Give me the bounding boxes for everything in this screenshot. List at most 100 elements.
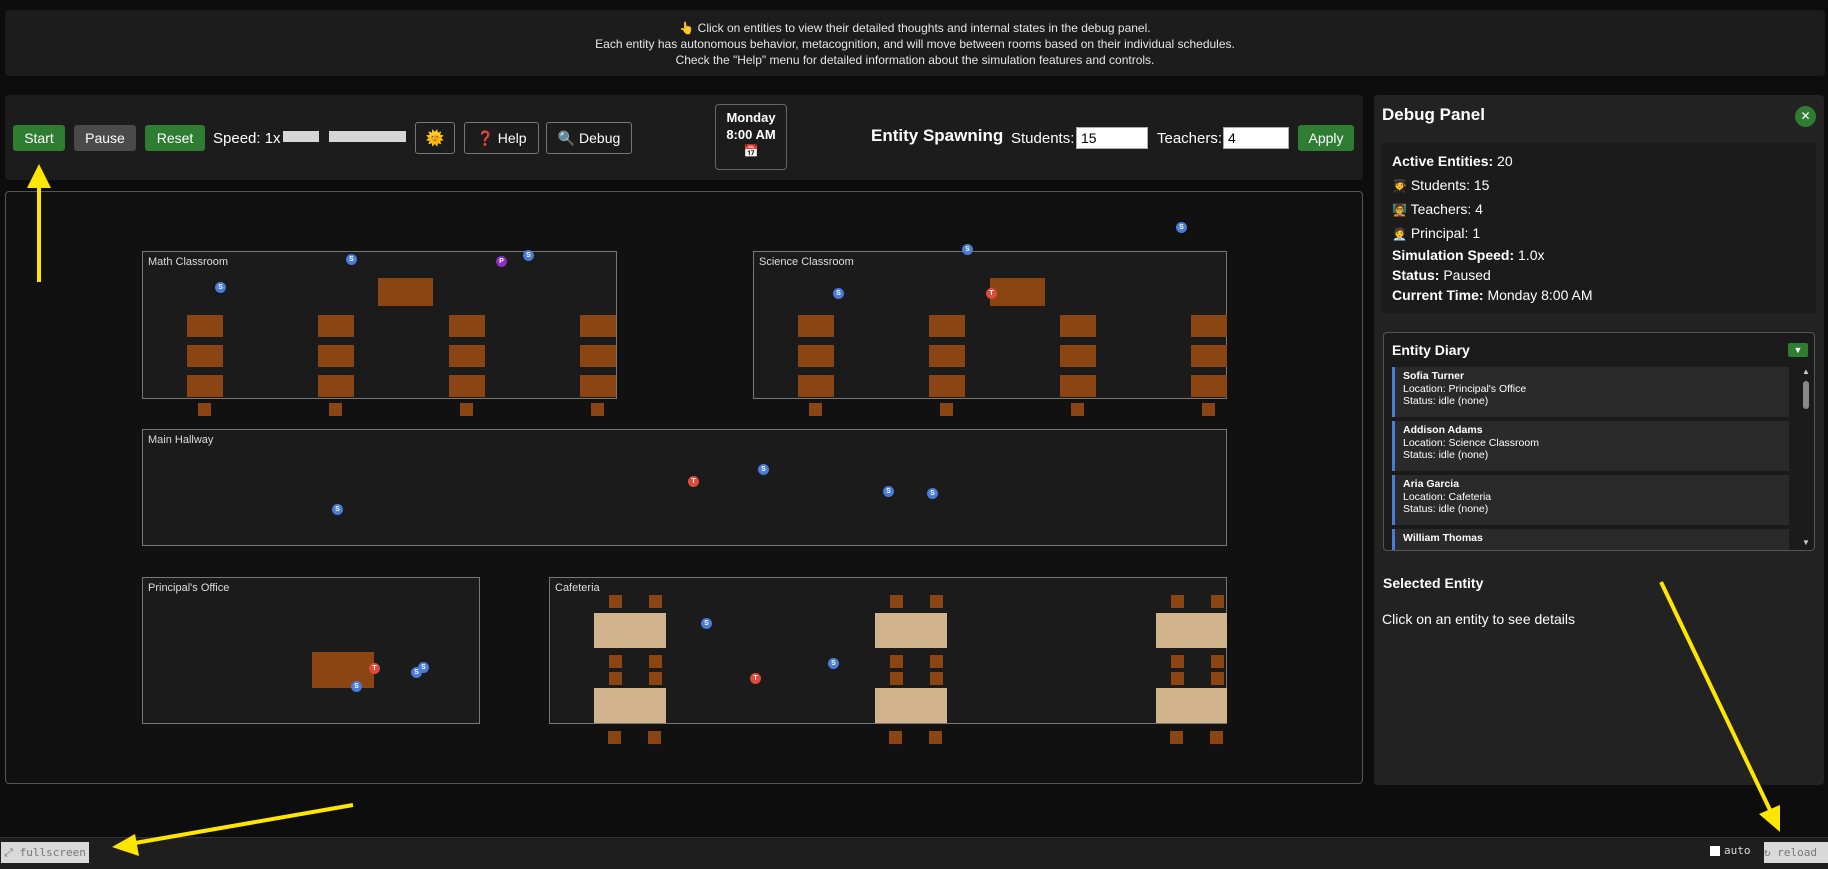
chair: [649, 655, 662, 668]
scroll-up-icon[interactable]: ▲: [1801, 367, 1811, 376]
diary-entry[interactable]: Sofia Turner Location: Principal's Offic…: [1392, 367, 1789, 417]
teacher-entity[interactable]: T: [688, 476, 699, 487]
help-button[interactable]: ❓ Help: [464, 122, 539, 154]
teachers-input[interactable]: [1223, 127, 1289, 149]
active-entities-value: 20: [1497, 153, 1513, 169]
diary-entry-status: Status: idle (none): [1403, 395, 1489, 407]
teacher-icon: 🧑‍🏫: [1392, 203, 1407, 217]
chair: [889, 731, 902, 744]
chair: [1210, 731, 1223, 744]
principal-desk: [312, 652, 374, 688]
desk: [318, 375, 354, 397]
apply-button[interactable]: Apply: [1298, 125, 1354, 151]
chair: [1171, 655, 1184, 668]
teacher-entity[interactable]: T: [750, 673, 761, 684]
diary-entry[interactable]: Aria Garcia Location: Cafeteria Status: …: [1392, 475, 1789, 525]
desk: [449, 375, 485, 397]
chevron-down-icon[interactable]: ▼: [1788, 343, 1808, 357]
student-entity[interactable]: S: [828, 658, 839, 669]
diary-scrollbar[interactable]: ▲ ▼: [1801, 367, 1811, 547]
student-entity[interactable]: S: [883, 486, 894, 497]
student-entity[interactable]: S: [833, 288, 844, 299]
current-time-label: Current Time:: [1392, 287, 1484, 303]
chair: [1211, 655, 1224, 668]
chair: [1211, 672, 1224, 685]
room-name: Math Classroom: [148, 256, 229, 268]
reset-button[interactable]: Reset: [145, 125, 205, 151]
debug-button-label: Debug: [579, 129, 621, 146]
control-toolbar: Start Pause Reset Speed: 1x 🌞 ❓ Help 🔍 D…: [5, 95, 1363, 180]
desk: [798, 315, 834, 337]
students-input[interactable]: [1076, 127, 1148, 149]
chair: [1171, 672, 1184, 685]
diary-entry-name: William Thomas: [1403, 532, 1483, 544]
speed-slider[interactable]: [283, 131, 319, 142]
student-entity[interactable]: S: [332, 504, 343, 515]
student-entity[interactable]: S: [927, 488, 938, 499]
active-entities-row: Active Entities: 20: [1392, 153, 1513, 169]
status-label: Status:: [1392, 267, 1440, 283]
teacher-entity[interactable]: T: [986, 288, 997, 299]
student-entity[interactable]: S: [523, 250, 534, 261]
theme-toggle-button[interactable]: 🌞: [415, 122, 455, 154]
chair: [609, 595, 622, 608]
student-entity[interactable]: S: [346, 254, 357, 265]
teacher-entity[interactable]: T: [369, 663, 380, 674]
date-day: Monday: [726, 110, 776, 125]
room-name: Main Hallway: [148, 434, 214, 446]
simulation-canvas[interactable]: Math Classroom Science Classroom Main Ha…: [5, 191, 1363, 784]
student-entity[interactable]: S: [418, 662, 429, 673]
auto-checkbox[interactable]: [1710, 846, 1720, 856]
status-row: Status: Paused: [1392, 267, 1491, 283]
cafeteria-table: [1156, 688, 1227, 723]
cafeteria-table: [875, 613, 947, 648]
debug-button[interactable]: 🔍 Debug: [546, 122, 632, 154]
student-entity[interactable]: S: [701, 618, 712, 629]
current-time-value: Monday 8:00 AM: [1487, 287, 1593, 303]
desk: [929, 315, 965, 337]
desk: [1191, 375, 1227, 397]
help-icon: ❓: [476, 129, 494, 146]
scroll-down-icon[interactable]: ▼: [1801, 538, 1811, 547]
student-entity[interactable]: S: [1176, 222, 1187, 233]
speed-slider-track[interactable]: [329, 131, 406, 142]
chair: [929, 731, 942, 744]
diary-entry[interactable]: Addison Adams Location: Science Classroo…: [1392, 421, 1789, 471]
diary-entry[interactable]: William Thomas: [1392, 529, 1789, 550]
desk: [580, 315, 616, 337]
chair: [609, 672, 622, 685]
room-name: Cafeteria: [555, 582, 600, 594]
desk: [318, 345, 354, 367]
teachers-stat: Teachers: 4: [1410, 201, 1483, 217]
fullscreen-button[interactable]: ⤢ fullscreen: [1, 842, 89, 863]
sun-icon: 🌞: [425, 130, 445, 147]
scrollbar-thumb[interactable]: [1803, 381, 1809, 409]
close-icon[interactable]: ✕: [1795, 106, 1816, 127]
diary-entry-name: Sofia Turner: [1403, 370, 1465, 382]
chair: [1170, 731, 1183, 744]
start-button[interactable]: Start: [13, 125, 65, 151]
student-entity[interactable]: S: [351, 681, 362, 692]
auto-toggle[interactable]: auto: [1710, 844, 1751, 857]
debug-panel: Debug Panel ✕ Active Entities: 20 🧑‍🎓 St…: [1374, 95, 1824, 785]
teachers-label: Teachers:: [1157, 130, 1223, 147]
chair: [890, 655, 903, 668]
student-entity[interactable]: S: [215, 282, 226, 293]
chair: [890, 595, 903, 608]
cafeteria-table: [594, 688, 666, 723]
desk: [1060, 375, 1096, 397]
desk: [929, 375, 965, 397]
student-entity[interactable]: S: [962, 244, 973, 255]
reload-button[interactable]: ↻ reload: [1764, 842, 1828, 863]
chair: [890, 672, 903, 685]
principal-entity[interactable]: P: [496, 256, 507, 267]
calendar-icon[interactable]: 📅: [716, 143, 786, 160]
desk: [1191, 345, 1227, 367]
student-entity[interactable]: S: [758, 464, 769, 475]
selected-entity-hint: Click on an entity to see details: [1382, 611, 1575, 627]
desk: [580, 345, 616, 367]
chair: [608, 731, 621, 744]
pause-button[interactable]: Pause: [74, 125, 136, 151]
desk: [449, 315, 485, 337]
students-stat-row: 🧑‍🎓 Students: 15: [1392, 177, 1489, 193]
